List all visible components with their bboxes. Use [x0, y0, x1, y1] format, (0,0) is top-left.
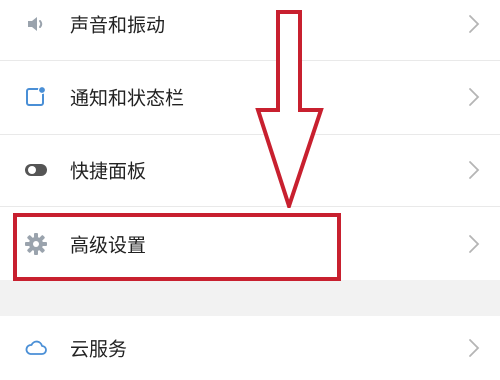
chevron-right-icon — [468, 160, 480, 180]
cloud-icon — [24, 336, 48, 360]
speaker-icon — [24, 12, 48, 36]
chevron-right-icon — [468, 338, 480, 358]
notification-icon — [24, 85, 48, 109]
chevron-right-icon — [468, 234, 480, 254]
chevron-right-icon — [468, 14, 480, 34]
settings-item-label: 声音和振动 — [70, 14, 166, 37]
settings-item-sound-vibration[interactable]: 声音和振动 — [0, 0, 500, 48]
settings-item-label: 高级设置 — [70, 234, 147, 256]
settings-item-label: 快捷面板 — [70, 160, 147, 183]
settings-item-label: 通知和状态栏 — [70, 87, 185, 110]
settings-item-quick-panel[interactable]: 快捷面板 — [0, 135, 500, 205]
section-gap — [0, 280, 500, 316]
chevron-right-icon — [468, 87, 480, 107]
gear-icon — [24, 232, 48, 256]
toggle-icon — [24, 158, 48, 182]
settings-item-label: 云服务 — [70, 338, 128, 361]
settings-screen: 声音和振动 通知和状态栏 快捷面板 高级设置 云服务 — [0, 0, 500, 380]
settings-item-notifications[interactable]: 通知和状态栏 — [0, 61, 500, 133]
settings-item-cloud-service[interactable]: 云服务 — [0, 316, 500, 380]
settings-item-advanced[interactable]: 高级设置 — [0, 207, 500, 280]
